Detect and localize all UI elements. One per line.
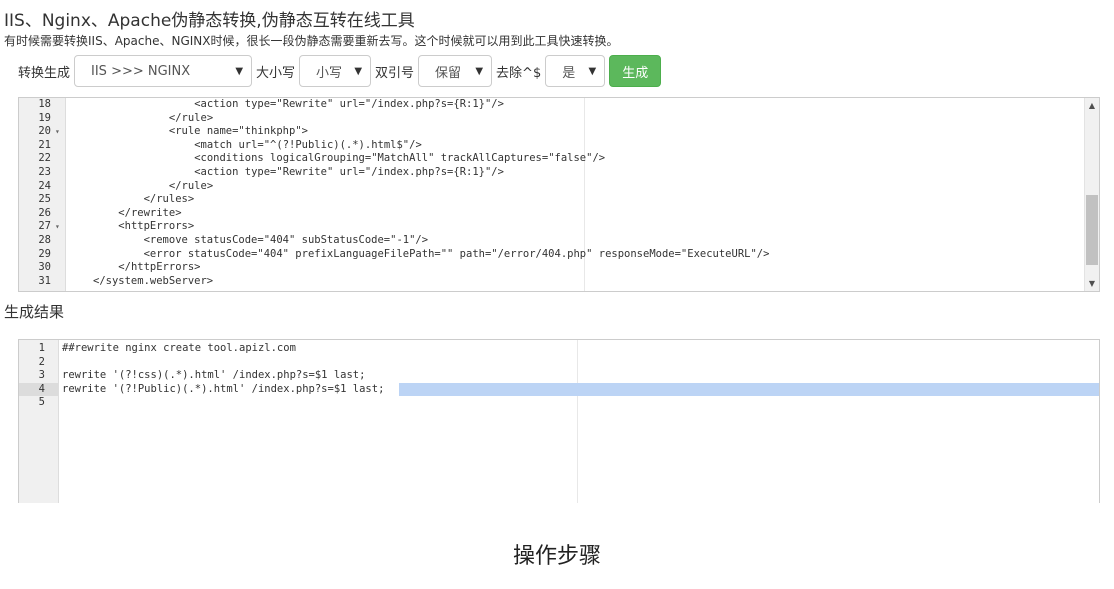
- scroll-up-icon[interactable]: ▲: [1085, 101, 1099, 110]
- code-text: </rewrite>: [118, 206, 182, 219]
- strip-select-value: 是: [562, 65, 576, 81]
- convert-select-value: IIS >>> NGINX: [91, 63, 191, 79]
- code-line: 28 <remove statusCode="404" subStatusCode…: [19, 234, 1099, 248]
- code-text: </rules>: [143, 193, 195, 206]
- code-line: 20 ▾ <rule name="thinkphp">: [19, 125, 1099, 139]
- chevron-down-icon: ▼: [475, 66, 484, 77]
- line-number: 27: [38, 220, 51, 233]
- code-text: rewrite '(?!css)(.*).html' /index.php?s=…: [62, 369, 366, 382]
- code-text: <error statusCode="404" prefixLanguageFi…: [143, 247, 770, 260]
- line-number: 3: [38, 369, 45, 382]
- code-line: 1 ##rewrite nginx create tool.apizl.com: [19, 342, 1099, 356]
- code-line: 2: [19, 356, 1099, 370]
- code-text: <remove statusCode="404" subStatusCode="…: [143, 233, 429, 246]
- code-line: 21 <match url="^(?!Public)(.*).html$"/>: [19, 139, 1099, 153]
- line-number: 29: [38, 247, 51, 260]
- code-line: 22 <conditions logicalGrouping="MatchAll"…: [19, 152, 1099, 166]
- code-text: </system.webServer>: [93, 274, 214, 287]
- code-text: <conditions logicalGrouping="MatchAll" t…: [194, 152, 606, 165]
- fold-arrow-icon[interactable]: ▾: [55, 220, 60, 234]
- result-label: 生成结果: [4, 303, 65, 321]
- line-number: 22: [38, 152, 51, 165]
- code-text: <httpErrors>: [118, 220, 195, 233]
- strip-select[interactable]: 是 ▼: [545, 55, 606, 87]
- output-code: 1 ##rewrite nginx create tool.apizl.com 2 3…: [19, 342, 1099, 410]
- code-line: 5: [19, 396, 1099, 410]
- code-line: 29 <error statusCode="404" prefixLanguage…: [19, 248, 1099, 262]
- code-line: 4 rewrite '(?!Public)(.*).html' /index.ph…: [19, 382, 1099, 397]
- page-title: IIS、Nginx、Apache伪静态转换,伪静态互转在线工具: [4, 11, 415, 31]
- code-text: ##rewrite nginx create tool.apizl.com: [62, 342, 296, 354]
- quote-label: 双引号: [375, 65, 415, 81]
- code-line: 18 <action type="Rewrite" url="/index.php…: [19, 98, 1099, 112]
- code-line: 30 </httpErrors>: [19, 261, 1099, 275]
- case-label: 大小写: [256, 65, 296, 81]
- code-text: <rule name="thinkphp">: [168, 125, 308, 138]
- line-number: 25: [38, 193, 51, 206]
- line-number: 31: [38, 274, 51, 287]
- code-line: 3 rewrite '(?!css)(.*).html' /index.php?s…: [19, 369, 1099, 383]
- page-subtitle: 有时候需要转换IIS、Apache、NGINX时候，很长一段伪静态需要重新去写。…: [4, 34, 619, 48]
- scroll-down-icon[interactable]: ▼: [1085, 279, 1099, 288]
- code-line: 24 </rule>: [19, 180, 1099, 194]
- code-line: 25 </rules>: [19, 193, 1099, 207]
- code-line: 31 </system.webServer>: [19, 275, 1099, 289]
- line-number: 30: [38, 261, 51, 274]
- steps-caption: 操作步骤: [512, 544, 601, 569]
- selection-highlight: [399, 382, 1099, 397]
- code-text: <action type="Rewrite" url="/index.php?s…: [194, 98, 504, 110]
- fold-arrow-icon[interactable]: ▾: [55, 125, 60, 139]
- line-number: 19: [38, 111, 51, 124]
- input-editor[interactable]: 18 <action type="Rewrite" url="/index.php…: [18, 97, 1100, 292]
- code-line: 27 ▾ <httpErrors>: [19, 220, 1099, 234]
- line-number: 28: [38, 233, 51, 246]
- line-number: 20: [38, 125, 51, 138]
- generate-button[interactable]: 生成: [609, 55, 662, 87]
- code-line: 23 <action type="Rewrite" url="/index.php…: [19, 166, 1099, 180]
- code-line: 26 </rewrite>: [19, 207, 1099, 221]
- line-number: 2: [38, 355, 45, 368]
- line-number: 26: [38, 206, 51, 219]
- line-number: 1: [38, 342, 45, 354]
- output-editor[interactable]: 1 ##rewrite nginx create tool.apizl.com 2 3…: [18, 339, 1100, 503]
- code-text: <action type="Rewrite" url="/index.php?s…: [194, 165, 504, 178]
- line-number: 24: [38, 179, 51, 192]
- quote-select-value: 保留: [435, 65, 462, 81]
- line-number: 18: [38, 98, 51, 110]
- line-number: 21: [38, 138, 51, 151]
- chevron-down-icon: ▼: [235, 66, 244, 77]
- code-text: <match url="^(?!Public)(.*).html$"/>: [194, 138, 422, 151]
- line-number: 23: [38, 165, 51, 178]
- line-number: 4: [38, 382, 45, 395]
- case-select-value: 小写: [316, 65, 343, 81]
- scroll-thumb[interactable]: [1086, 195, 1098, 265]
- quote-select[interactable]: 保留 ▼: [418, 55, 493, 87]
- chevron-down-icon: ▼: [354, 66, 363, 77]
- input-scrollbar[interactable]: ▲ ▼: [1084, 98, 1099, 291]
- case-select[interactable]: 小写 ▼: [299, 55, 372, 87]
- chevron-down-icon: ▼: [588, 66, 597, 77]
- convert-label: 转换生成: [18, 65, 71, 81]
- line-number: 5: [38, 396, 45, 409]
- code-text: rewrite '(?!Public)(.*).html' /index.php…: [62, 382, 385, 395]
- code-text: </rule>: [168, 179, 214, 192]
- code-text: </httpErrors>: [118, 261, 201, 274]
- code-text: </rule>: [168, 111, 214, 124]
- controls-bar: 转换生成 IIS >>> NGINX ▼ 大小写 小写 ▼ 双引号 保留 ▼ 去…: [18, 54, 662, 88]
- convert-select[interactable]: IIS >>> NGINX ▼: [74, 55, 253, 87]
- strip-label: 去除^$: [496, 65, 542, 81]
- code-line: 19 </rule>: [19, 112, 1099, 126]
- input-code: 18 <action type="Rewrite" url="/index.php…: [19, 98, 1099, 288]
